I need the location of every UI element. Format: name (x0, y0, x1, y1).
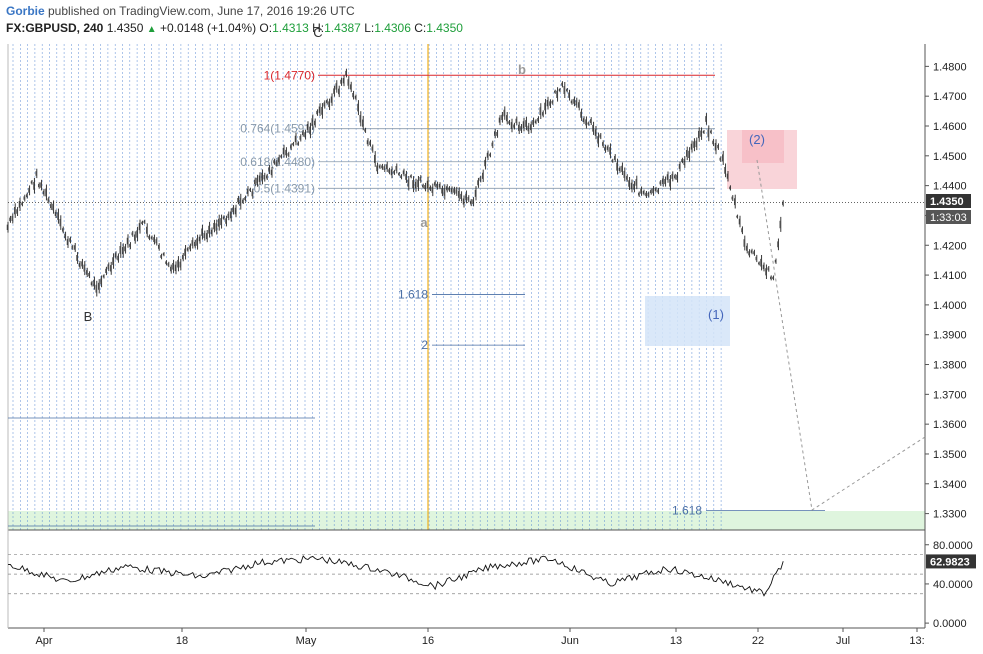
price-tick-label: 1.4600 (933, 121, 967, 133)
price-tick-label: 1.3900 (933, 330, 967, 342)
wave-label: B (84, 309, 93, 324)
price-tick-label: 1.3800 (933, 360, 967, 372)
wave-label: C (313, 25, 322, 40)
time-tick-label: Jun (561, 635, 579, 647)
oscillator-value-label: 62.9823 (930, 556, 970, 568)
extension-label: 1.618 (672, 504, 702, 518)
countdown-label: 1:33:03 (930, 212, 967, 224)
time-tick-label: 22 (752, 635, 764, 647)
price-chart[interactable]: 1(1.4770)0.764(1.4591)0.618(1.4480)0.5(1… (0, 0, 983, 654)
price-tick-label: 1.3400 (933, 479, 967, 491)
price-tick-label: 1.4500 (933, 151, 967, 163)
price-tick-label: 1.4200 (933, 240, 967, 252)
price-tick-label: 1.4400 (933, 181, 967, 193)
wave-label: (1) (708, 307, 724, 322)
price-tick-label: 1.4000 (933, 300, 967, 312)
last-price-tag-label: 1.4350 (930, 196, 964, 208)
oscillator-tick-label: 0.0000 (933, 618, 967, 630)
price-tick-label: 1.3600 (933, 419, 967, 431)
time-tick-label: 16 (422, 635, 434, 647)
time-tick-label: 18 (176, 635, 188, 647)
time-tick-label: 13 (670, 635, 682, 647)
wave-label: b (518, 62, 526, 77)
price-tick-label: 1.3700 (933, 389, 967, 401)
wave-label: a (420, 215, 428, 230)
oscillator-tick-label: 80.0000 (933, 540, 973, 552)
price-tick-label: 1.3300 (933, 509, 967, 521)
time-tick-label: 13: (909, 635, 924, 647)
time-tick-label: Jul (836, 635, 850, 647)
price-tick-label: 1.4800 (933, 61, 967, 73)
time-tick-label: Apr (35, 635, 52, 647)
extension-label: 2 (421, 338, 428, 352)
wave-label: (2) (749, 132, 765, 147)
oscillator-tick-label: 40.0000 (933, 579, 973, 591)
price-tick-label: 1.4100 (933, 270, 967, 282)
oscillator-panel (8, 533, 925, 628)
extension-label: 1.618 (398, 287, 428, 301)
time-tick-label: May (296, 635, 317, 647)
green-target-zone (8, 511, 925, 530)
main-panel (8, 44, 925, 530)
price-tick-label: 1.4700 (933, 91, 967, 103)
price-tick-label: 1.3500 (933, 449, 967, 461)
fib-label: 1(1.4770) (264, 68, 315, 82)
fib-label: 0.764(1.4591) (240, 122, 315, 136)
fib-label: 0.618(1.4480) (240, 155, 315, 169)
